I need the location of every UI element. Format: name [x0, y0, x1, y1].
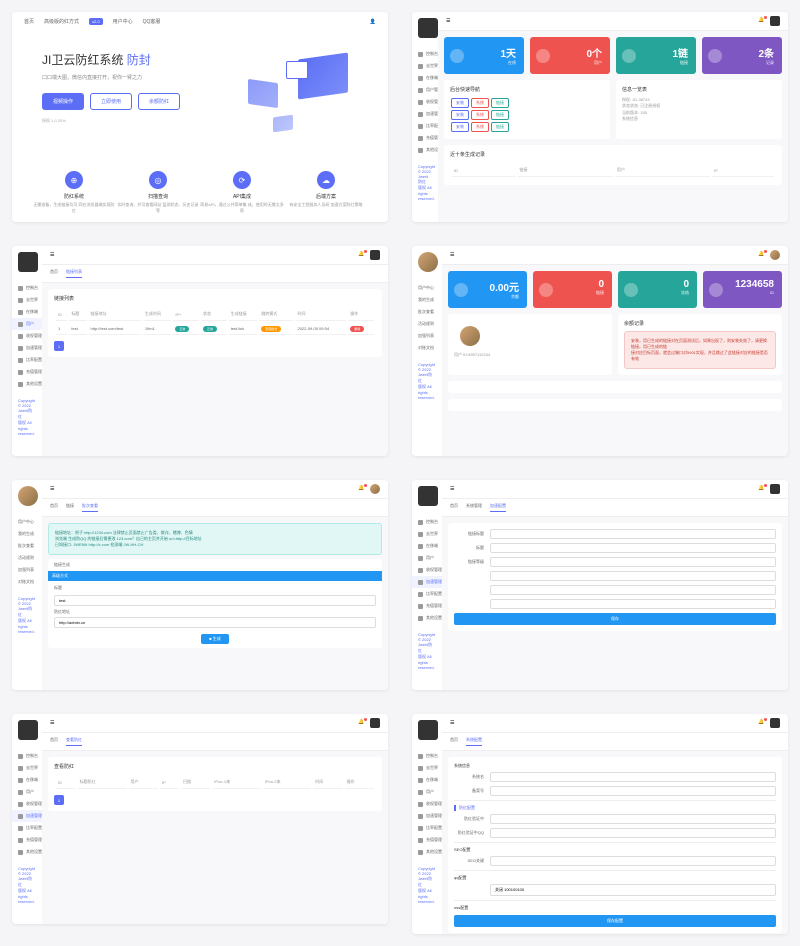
generate-button[interactable]: ■ 生成 — [201, 634, 229, 644]
table-row[interactable]: 1testhttp://test.com/test19m1正常正常test.li… — [56, 323, 374, 335]
avatar-mini[interactable] — [770, 16, 780, 26]
topbar: ☰🔔 — [438, 12, 788, 31]
btn-balance[interactable]: 余额防红 — [138, 93, 180, 110]
save-button[interactable]: 保存 — [454, 613, 776, 625]
nav-qq[interactable]: QQ客服 — [143, 18, 161, 25]
link-table: ID标题链接地址生成时间IP+状态生成链接跳转模式时间操作 1testhttp:… — [54, 306, 376, 337]
feature-3: ☁后端方案有安全工程服务人员研 加速方案防红策略 — [284, 171, 368, 213]
config-form: 控制台 去世界 在移端 用户 收权管理 加速管理 比率配置 充值管理 其他设置 … — [412, 480, 788, 690]
landing-nav: 首页 高级版的红方式 v2.0 用户中心 QQ客服 👤 — [12, 12, 388, 31]
feature-row: ⊕防红系统无需准备，生成链接均可 同在浏览器端实现防红 ◎扫描查询实时查询，并可… — [12, 161, 388, 222]
hero-title: JI卫云防红系统 防封 — [42, 51, 218, 68]
page-1[interactable]: 1 — [54, 341, 64, 351]
info-alert: 链接地址：例子 http://1234.com 法律禁止页面禁止广告类、欺诈、赌… — [48, 523, 382, 555]
info-panel: 信息一览表 授权: JD-38743 状态状态: 已注册授权 当前版本: 155… — [616, 80, 782, 139]
nav-user[interactable]: 用户中心 — [113, 18, 133, 25]
stat-1[interactable]: 0个用户 — [530, 37, 610, 74]
bell-icon[interactable]: 🔔 — [758, 17, 766, 25]
save-config-button[interactable]: 保存配置 — [454, 915, 776, 927]
input-1[interactable] — [490, 543, 776, 553]
version-badge: v2.0 — [89, 18, 103, 25]
avatar[interactable] — [418, 18, 438, 38]
log-panel: 近十条生成记录 ID链接用户IP — [444, 145, 782, 185]
stat-0[interactable]: 1天在线 — [444, 37, 524, 74]
system-config: 控制台 去世界 在移端 用户 收权管理 加速管理 比率配置 充值管理 其他设置 … — [412, 714, 788, 934]
hero-subtitle: 口口端大图，微信内直接打开，祝你一臂之力 — [42, 74, 218, 81]
hero-illustration — [238, 51, 358, 141]
input-2[interactable] — [490, 557, 776, 567]
menu-icon[interactable]: ☰ — [50, 252, 54, 258]
btn-use[interactable]: 立即使用 — [90, 93, 132, 110]
title-input[interactable]: test — [54, 595, 376, 606]
user-icon[interactable]: 👤 — [370, 19, 376, 25]
tag[interactable]: 安装 — [451, 98, 469, 108]
generate-form: 用户中心 我的生成 批次查看 活动规则 加强列表 对账文档 Copyright … — [12, 480, 388, 690]
admin-dashboard: 控制台 去世界 在移端 用户管理 收权管理 加速管理 比率配置 充值管理 其他设… — [412, 12, 788, 222]
stat-2[interactable]: 1链链接 — [616, 37, 696, 74]
btn-video[interactable]: 视频操作 — [42, 93, 84, 110]
feature-1: ◎扫描查询实时查询，并可查看网站 监测状态、历史记录等 — [116, 171, 200, 213]
delete-btn[interactable]: 删除 — [350, 326, 364, 332]
api-icon: ⟳ — [233, 171, 251, 189]
quick-nav-panel: 后台快速导航 安装系统链接 安装系统链接 安装系统链接 — [444, 80, 610, 139]
scan-icon: ◎ — [149, 171, 167, 189]
landing-screenshot: 首页 高级版的红方式 v2.0 用户中心 QQ客服 👤 JI卫云防红系统 防封 … — [12, 12, 388, 222]
menu-icon[interactable]: ☰ — [446, 18, 450, 24]
dropdown-selected[interactable]: 高级方式 — [48, 571, 382, 581]
query-table: 控制台 去世界 在移端 用户 收权管理 加速管理 比率配置 充值管理 其他设置 … — [12, 714, 388, 924]
input-0[interactable] — [490, 529, 776, 539]
input-3[interactable] — [490, 571, 776, 581]
nav-feature[interactable]: 高级版的红方式 — [44, 18, 79, 25]
footer: Copyright © 2022 Jwerli防红 版权 All rights … — [412, 160, 438, 205]
feature-0: ⊕防红系统无需准备，生成链接均可 同在浏览器端实现防红 — [32, 171, 116, 213]
stat-3[interactable]: 2条记录 — [702, 37, 782, 74]
shield-icon: ⊕ — [65, 171, 83, 189]
warning-alert: 安装，用已生成的链接对在页面测试后，如果出现了，则安装失效了，请更换链接。用已生… — [624, 331, 776, 369]
avatar[interactable] — [418, 252, 438, 272]
input-4[interactable] — [490, 585, 776, 595]
user-card — [454, 320, 606, 352]
user-dashboard: 用户中心 我的生成 批次查看 活动规则 加强列表 对账文档 Copyright … — [412, 246, 788, 456]
avatar[interactable] — [18, 252, 38, 272]
link-list-shot: 控制台 去世界 在移端 用户 收权管理 加速管理 比率配置 充值管理 其他设置 … — [12, 246, 388, 456]
nav-home[interactable]: 首页 — [24, 18, 34, 25]
cloud-icon: ☁ — [317, 171, 335, 189]
input-5[interactable] — [490, 599, 776, 609]
bell-icon[interactable]: 🔔 — [358, 251, 366, 259]
hero-note: 授权 1.0.20% — [42, 118, 218, 124]
user-avatar — [460, 326, 480, 346]
feature-2: ⟳API集成简易API，通过公共简单集 成，使用时无需太多帮 — [200, 171, 284, 213]
url-input[interactable]: http://admin.cn — [54, 617, 376, 628]
